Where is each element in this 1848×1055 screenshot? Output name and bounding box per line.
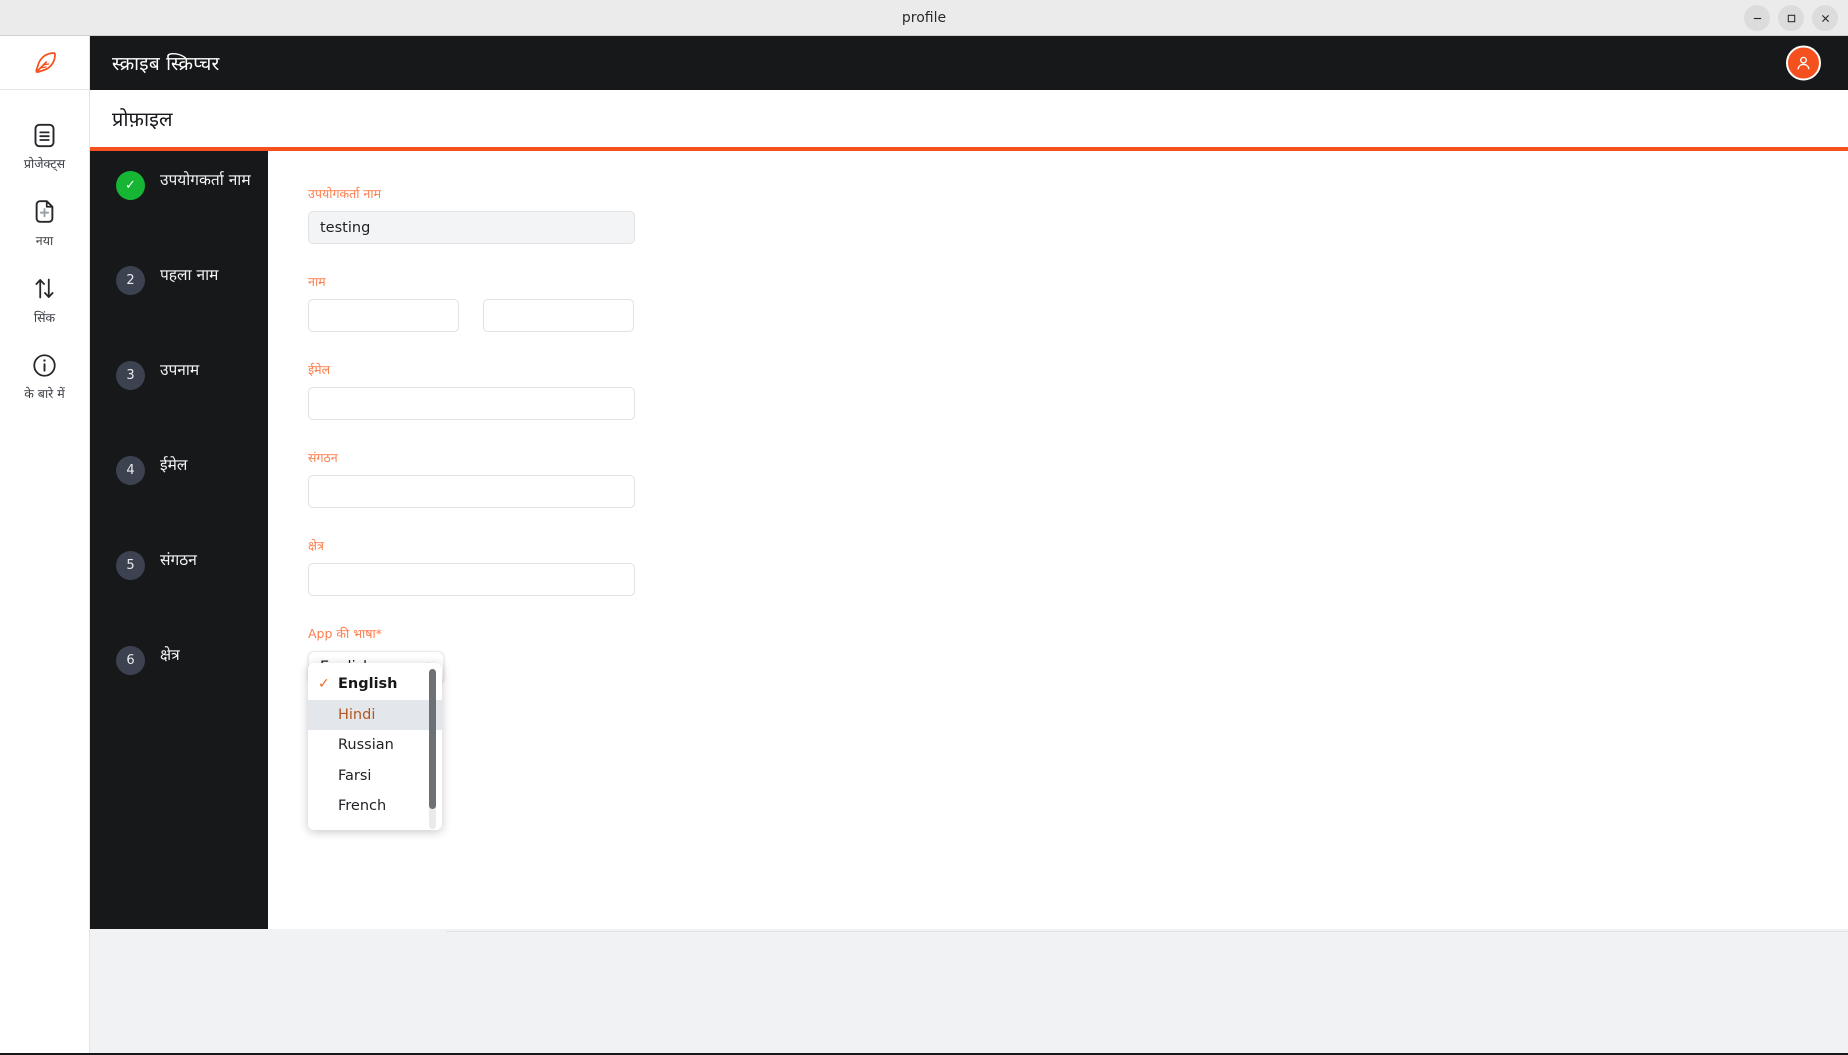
main-pane: स्क्राइब स्क्रिप्चर प्रोफ़ाइल ✓ उपयोगकर्…: [0, 36, 1848, 1055]
last-name-input[interactable]: [483, 299, 634, 332]
user-avatar-icon: [1797, 56, 1810, 70]
step-bullet: 6: [116, 646, 145, 675]
stepper-step-organization[interactable]: 5 संगठन: [90, 549, 268, 644]
stepper-step-username[interactable]: ✓ उपयोगकर्ता नाम: [90, 169, 268, 264]
step-label: पहला नाम: [160, 266, 219, 284]
minimize-icon: [1753, 17, 1761, 19]
field-organization: संगठन: [308, 449, 1848, 508]
close-button[interactable]: [1812, 5, 1838, 31]
stepper-step-last-name[interactable]: 3 उपनाम: [90, 359, 268, 454]
sidebar-item-label: सिंक: [33, 309, 56, 325]
step-bullet: 5: [116, 551, 145, 580]
maximize-button[interactable]: [1778, 5, 1804, 31]
sidebar-item-label: प्रोजेक्ट्स: [23, 156, 66, 171]
sidebar-item-sync[interactable]: सिंक: [0, 248, 90, 325]
email-input[interactable]: [308, 387, 635, 420]
step-label: ईमेल: [160, 456, 188, 474]
step-label: उपयोगकर्ता नाम: [160, 171, 251, 189]
dropdown-option-label: French: [338, 798, 387, 815]
region-input[interactable]: [308, 563, 635, 596]
field-email: ईमेल: [308, 361, 1848, 420]
field-region: क्षेत्र: [308, 537, 1848, 596]
app-header-bar: स्क्राइब स्क्रिप्चर: [90, 36, 1848, 90]
dropdown-option-hindi[interactable]: Hindi: [308, 699, 442, 730]
dropdown-scrollbar-track[interactable]: [429, 669, 436, 829]
window-title: profile: [901, 9, 947, 26]
field-label-organization: संगठन: [308, 450, 338, 465]
page-title: प्रोफ़ाइल: [112, 107, 173, 131]
profile-form: उपयोगकर्ता नाम नाम ईमेल संगठन: [268, 151, 1848, 932]
page-header: प्रोफ़ाइल: [90, 90, 1848, 151]
stepper-step-email[interactable]: 4 ईमेल: [90, 454, 268, 549]
minimize-button[interactable]: [1744, 5, 1770, 31]
dropdown-option-russian[interactable]: Russian: [308, 730, 442, 761]
dropdown-option-label: Farsi: [338, 767, 372, 784]
field-label-email: ईमेल: [308, 362, 331, 377]
sidebar-item-label: नया: [35, 232, 54, 248]
step-bullet: 3: [116, 361, 145, 390]
field-label-username: उपयोगकर्ता नाम: [308, 186, 382, 201]
document-list-icon: [31, 120, 58, 150]
app-language-dropdown: ✓ English Hindi Russian Farsi French: [308, 663, 442, 830]
dropdown-option-label: English: [338, 676, 398, 693]
form-footer-divider: [446, 931, 1848, 932]
step-label: उपनाम: [160, 361, 200, 379]
maximize-icon: [1787, 14, 1795, 22]
field-name: नाम: [308, 273, 1848, 332]
dropdown-option-farsi[interactable]: Farsi: [308, 761, 442, 792]
organization-input[interactable]: [308, 475, 635, 508]
dropdown-option-french[interactable]: French: [308, 791, 442, 822]
close-icon: [1821, 14, 1829, 22]
info-circle-icon: [31, 350, 58, 380]
field-username: उपयोगकर्ता नाम: [308, 185, 1848, 244]
dropdown-option-english[interactable]: ✓ English: [308, 669, 442, 700]
field-label-app-language: App की भाषा*: [308, 626, 382, 641]
app-title: स्क्राइब स्क्रिप्चर: [112, 53, 220, 75]
step-label: क्षेत्र: [160, 646, 180, 664]
sidebar-item-label: के बारे में: [24, 386, 65, 402]
username-input[interactable]: [308, 211, 635, 244]
check-icon: ✓: [318, 676, 330, 693]
window-controls: [1744, 0, 1838, 36]
dropdown-option-label: Hindi: [338, 706, 376, 723]
field-label-region: क्षेत्र: [308, 538, 324, 553]
field-label-name: नाम: [308, 274, 326, 289]
sidebar-item-projects[interactable]: प्रोजेक्ट्स: [0, 90, 90, 171]
sidebar-item-about[interactable]: के बारे में: [0, 324, 90, 401]
sidebar-rail: प्रोजेक्ट्स नया सिंक के बारे में: [0, 36, 90, 1055]
dropdown-option-label: Russian: [338, 737, 394, 754]
sync-arrows-icon: [31, 274, 58, 304]
user-avatar-button[interactable]: [1786, 45, 1821, 81]
content-area: ✓ उपयोगकर्ता नाम 2 पहला नाम 3 उपनाम 4 ईम…: [90, 151, 1848, 1055]
window-titlebar: profile: [0, 0, 1848, 36]
new-document-plus-icon: [31, 197, 58, 227]
step-bullet: 2: [116, 266, 145, 295]
field-app-language: App की भाषा* English ✓: [308, 625, 1848, 830]
dropdown-scrollbar-thumb[interactable]: [429, 669, 436, 809]
application-root: प्रोजेक्ट्स नया सिंक के बारे में स्क्राइ…: [0, 36, 1848, 1055]
first-name-input[interactable]: [308, 299, 459, 332]
app-logo[interactable]: [0, 36, 90, 90]
sidebar-item-new[interactable]: नया: [0, 171, 90, 248]
stepper-step-first-name[interactable]: 2 पहला नाम: [90, 264, 268, 359]
stepper-step-region[interactable]: 6 क्षेत्र: [90, 644, 268, 739]
step-label: संगठन: [160, 551, 197, 569]
feather-quill-icon: [34, 51, 56, 73]
profile-stepper: ✓ उपयोगकर्ता नाम 2 पहला नाम 3 उपनाम 4 ईम…: [90, 151, 268, 929]
step-bullet: 4: [116, 456, 145, 485]
step-bullet: ✓: [116, 171, 145, 200]
